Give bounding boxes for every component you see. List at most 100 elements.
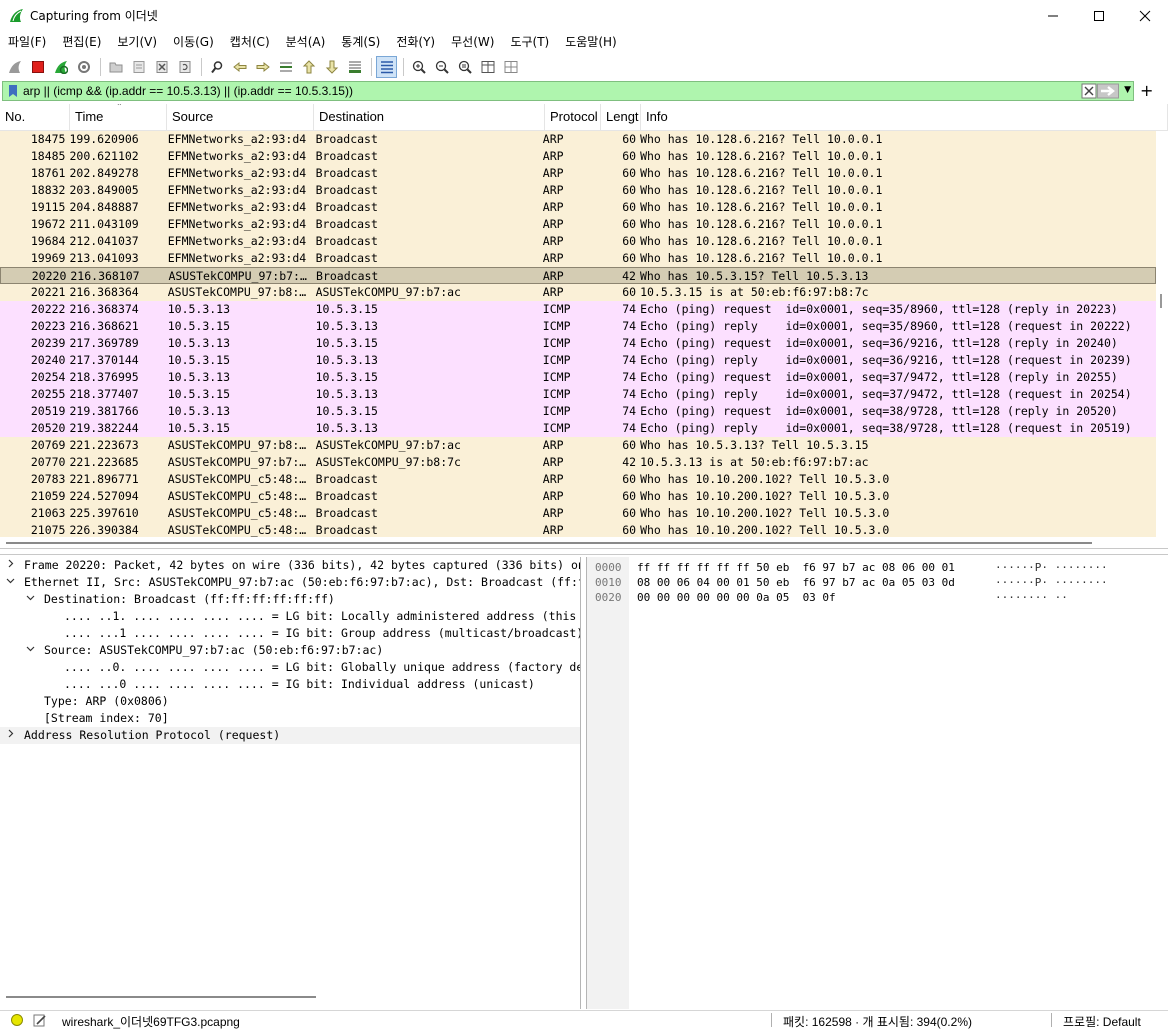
- packet-row[interactable]: 20255 218.377407 10.5.3.15 10.5.3.13 ICMP 74 E…: [0, 386, 1156, 403]
- apply-filter-arrow-icon[interactable]: [1097, 83, 1119, 99]
- menu-help[interactable]: 도움말(H): [557, 31, 625, 53]
- colorize-icon[interactable]: [376, 56, 397, 78]
- chevron-down-icon[interactable]: [4, 574, 16, 591]
- packet-row[interactable]: 20519 219.381766 10.5.3.13 10.5.3.15 ICMP 74 E…: [0, 403, 1156, 420]
- capture-comment-icon[interactable]: [33, 1013, 47, 1027]
- save-file-icon[interactable]: [128, 56, 149, 78]
- details-tree-item[interactable]: .... ..0. .... .... .... .... = LG bit: …: [0, 659, 580, 676]
- details-tree-item[interactable]: Type: ARP (0x0806): [0, 693, 580, 710]
- menu-file[interactable]: 파일(F): [0, 31, 54, 53]
- packet-row[interactable]: 19684 212.041037 EFMNetworks_a2:93:d4 Broad…: [0, 233, 1156, 250]
- close-icon[interactable]: [1122, 0, 1168, 31]
- packet-list[interactable]: No. Time Source Destination Protocol Len…: [0, 104, 1168, 537]
- zoom-in-icon[interactable]: [408, 56, 429, 78]
- chevron-down-icon[interactable]: [24, 642, 36, 659]
- menu-view[interactable]: 보기(V): [109, 31, 165, 53]
- shark-fin-start-icon[interactable]: [4, 56, 25, 78]
- details-tree-item[interactable]: .... ...0 .... .... .... .... = IG bit: …: [0, 676, 580, 693]
- cell-length: 60: [622, 506, 637, 520]
- menu-edit[interactable]: 편집(E): [54, 31, 109, 53]
- details-tree-item[interactable]: Address Resolution Protocol (request): [0, 727, 580, 744]
- packet-row[interactable]: 20783 221.896771 ASUSTekCOMPU_c5:48:… Broad…: [0, 471, 1156, 488]
- maximize-icon[interactable]: [1076, 0, 1122, 31]
- close-file-icon[interactable]: [151, 56, 172, 78]
- chevron-right-icon[interactable]: [4, 557, 16, 574]
- column-header-info[interactable]: Info: [641, 104, 1168, 130]
- packet-row[interactable]: 20770 221.223685 ASUSTekCOMPU_97:b7:… ASUST…: [0, 454, 1156, 471]
- packet-row[interactable]: 20520 219.382244 10.5.3.15 10.5.3.13 ICMP 74 E…: [0, 420, 1156, 437]
- menu-wireless[interactable]: 무선(W): [443, 31, 502, 53]
- column-header-protocol[interactable]: Protocol: [545, 104, 601, 130]
- cell-destination: 10.5.3.15: [315, 370, 378, 384]
- details-horizontal-scrollbar[interactable]: [6, 996, 316, 998]
- minimize-icon[interactable]: [1030, 0, 1076, 31]
- packet-row[interactable]: 21059 224.527094 ASUSTekCOMPU_c5:48:… Broad…: [0, 488, 1156, 505]
- go-forward-icon[interactable]: [252, 56, 273, 78]
- clear-filter-icon[interactable]: [1081, 83, 1097, 99]
- normal-size-icon[interactable]: [454, 56, 475, 78]
- menu-statistics[interactable]: 통계(S): [333, 31, 388, 53]
- profile-status[interactable]: 프로필: Default: [1063, 1013, 1141, 1030]
- add-filter-button-icon[interactable]: +: [1140, 81, 1153, 101]
- display-filter-input[interactable]: [23, 84, 1063, 98]
- packet-row[interactable]: 20769 221.223673 ASUSTekCOMPU_97:b8:… ASUST…: [0, 437, 1156, 454]
- packet-details-tree[interactable]: Frame 20220: Packet, 42 bytes on wire (3…: [0, 557, 581, 1009]
- expert-info-status-icon[interactable]: [11, 1014, 23, 1026]
- menu-analyze[interactable]: 분석(A): [278, 31, 334, 53]
- packet-list-horizontal-scrollbar[interactable]: [0, 538, 1168, 548]
- go-back-icon[interactable]: [229, 56, 250, 78]
- packet-row-selected[interactable]: 20220 216.368107 ASUSTekCOMPU_97:b7:… Broad…: [0, 267, 1156, 284]
- packet-row[interactable]: 19969 213.041093 EFMNetworks_a2:93:d4 Broad…: [0, 250, 1156, 267]
- details-tree-item[interactable]: Destination: Broadcast (ff:ff:ff:ff:ff:f…: [0, 591, 580, 608]
- packet-row[interactable]: 20254 218.376995 10.5.3.13 10.5.3.15 ICMP 74 E…: [0, 369, 1156, 386]
- details-tree-item[interactable]: Source: ASUSTekCOMPU_97:b7:ac (50:eb:f6:…: [0, 642, 580, 659]
- menu-telephony[interactable]: 전화(Y): [388, 31, 443, 53]
- open-file-icon[interactable]: [105, 56, 126, 78]
- filter-bookmark-icon[interactable]: [7, 84, 19, 98]
- menu-go[interactable]: 이동(G): [165, 31, 222, 53]
- packet-row[interactable]: 19115 204.848887 EFMNetworks_a2:93:d4 Broad…: [0, 199, 1156, 216]
- scrollbar-thumb[interactable]: [6, 542, 1092, 544]
- find-packet-icon[interactable]: [206, 56, 227, 78]
- packet-row[interactable]: 20239 217.369789 10.5.3.13 10.5.3.15 ICMP 74 E…: [0, 335, 1156, 352]
- packet-row[interactable]: 18832 203.849005 EFMNetworks_a2:93:d4 Broad…: [0, 182, 1156, 199]
- display-filter-bar: ▼: [2, 81, 1134, 101]
- column-header-destination[interactable]: Destination: [314, 104, 545, 130]
- packet-row[interactable]: 20221 216.368364 ASUSTekCOMPU_97:b8:… ASUST…: [0, 284, 1156, 301]
- resize-columns-icon[interactable]: [477, 56, 498, 78]
- details-tree-item[interactable]: .... ..1. .... .... .... .... = LG bit: …: [0, 608, 580, 625]
- column-header-length[interactable]: Lengt: [601, 104, 641, 130]
- chevron-right-icon[interactable]: [4, 727, 16, 744]
- chevron-down-icon[interactable]: [24, 591, 36, 608]
- menu-capture[interactable]: 캡처(C): [222, 31, 278, 53]
- packet-row[interactable]: 21063 225.397610 ASUSTekCOMPU_c5:48:… Broad…: [0, 505, 1156, 522]
- packet-row[interactable]: 19672 211.043109 EFMNetworks_a2:93:d4 Broad…: [0, 216, 1156, 233]
- packet-row[interactable]: 20223 216.368621 10.5.3.15 10.5.3.13 ICMP 74 E…: [0, 318, 1156, 335]
- packet-row[interactable]: 21075 226.390384 ASUSTekCOMPU_c5:48:… Broad…: [0, 522, 1156, 537]
- packet-row[interactable]: 18761 202.849278 EFMNetworks_a2:93:d4 Broad…: [0, 165, 1156, 182]
- last-packet-icon[interactable]: [321, 56, 342, 78]
- filter-dropdown-icon[interactable]: ▼: [1124, 85, 1131, 95]
- capture-options-icon[interactable]: [73, 56, 94, 78]
- packet-row[interactable]: 20222 216.368374 10.5.3.13 10.5.3.15 ICMP 74 E…: [0, 301, 1156, 318]
- packet-row[interactable]: 20240 217.370144 10.5.3.15 10.5.3.13 ICMP 74 E…: [0, 352, 1156, 369]
- auto-scroll-icon[interactable]: [344, 56, 365, 78]
- layout-icon[interactable]: [500, 56, 521, 78]
- packet-row[interactable]: 18485 200.621102 EFMNetworks_a2:93:d4 Broad…: [0, 148, 1156, 165]
- stop-capture-icon[interactable]: [27, 56, 48, 78]
- go-to-packet-icon[interactable]: [275, 56, 296, 78]
- details-tree-item[interactable]: .... ...1 .... .... .... .... = IG bit: …: [0, 625, 580, 642]
- details-tree-item[interactable]: Frame 20220: Packet, 42 bytes on wire (3…: [0, 557, 580, 574]
- restart-capture-icon[interactable]: [50, 56, 71, 78]
- column-header-source[interactable]: Source: [167, 104, 314, 130]
- zoom-out-icon[interactable]: [431, 56, 452, 78]
- column-header-no[interactable]: No.: [0, 104, 70, 130]
- packet-bytes-pane[interactable]: 0000 ff ff ff ff ff ff 50 eb f6 97 b7 ac …: [586, 557, 1168, 1009]
- pane-splitter[interactable]: [0, 548, 1168, 555]
- details-tree-item[interactable]: [Stream index: 70]: [0, 710, 580, 727]
- menu-tools[interactable]: 도구(T): [502, 31, 557, 53]
- details-tree-item[interactable]: Ethernet II, Src: ASUSTekCOMPU_97:b7:ac …: [0, 574, 580, 591]
- first-packet-icon[interactable]: [298, 56, 319, 78]
- packet-row[interactable]: 18475 199.620906 EFMNetworks_a2:93:d4 Broad…: [0, 131, 1156, 148]
- reload-file-icon[interactable]: [174, 56, 195, 78]
